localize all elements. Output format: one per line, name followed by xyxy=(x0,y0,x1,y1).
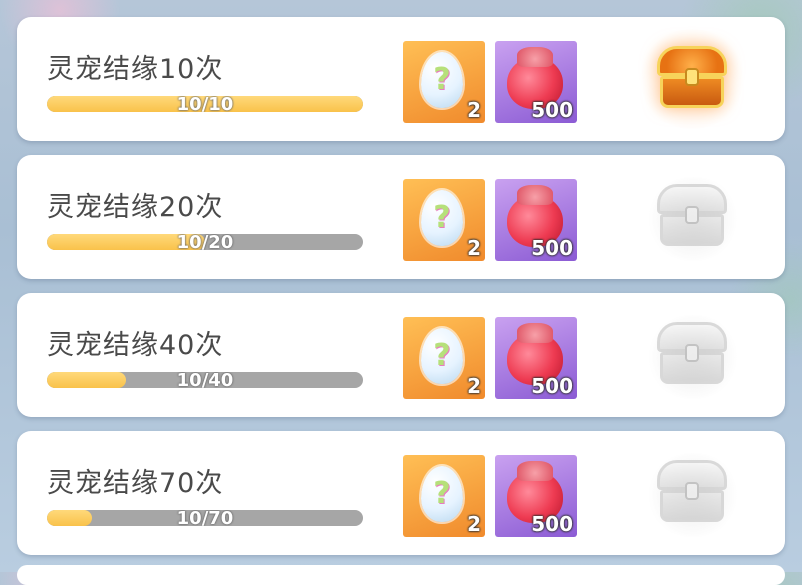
locked-chest-icon[interactable] xyxy=(657,460,727,522)
reward-red-pouch[interactable]: 500 xyxy=(495,455,577,537)
next-task-row-peek xyxy=(17,565,785,585)
reward-mystery-egg[interactable]: ? 2 xyxy=(403,455,485,537)
reward-quantity: 500 xyxy=(531,374,573,398)
red-pouch-tie xyxy=(517,323,553,343)
reward-red-pouch[interactable]: 500 xyxy=(495,317,577,399)
reward-quantity: 500 xyxy=(531,98,573,122)
progress-bar: 10/10 xyxy=(47,96,363,112)
reward-quantity: 500 xyxy=(531,236,573,260)
progress-text: 10/10 xyxy=(176,96,234,112)
task-title: 灵宠结缘70次 xyxy=(47,468,224,499)
task-title: 灵宠结缘10次 xyxy=(47,54,224,85)
reward-mystery-egg[interactable]: ? 2 xyxy=(403,179,485,261)
task-title: 灵宠结缘40次 xyxy=(47,330,224,361)
task-title: 灵宠结缘20次 xyxy=(47,192,224,223)
reward-mystery-egg[interactable]: ? 2 xyxy=(403,41,485,123)
progress-bar: 10/70 xyxy=(47,510,363,526)
locked-chest-icon[interactable] xyxy=(657,184,727,246)
mystery-egg-icon: ? xyxy=(421,52,463,108)
reward-quantity: 500 xyxy=(531,512,573,536)
golden-chest-icon[interactable] xyxy=(657,46,727,108)
progress-text: 10/70 xyxy=(176,510,234,526)
task-row: 灵宠结缘40次 10/40 ? 2 500 xyxy=(17,293,785,417)
chest-lock xyxy=(685,482,699,500)
progress-bar: 10/20 xyxy=(47,234,363,250)
reward-mystery-egg[interactable]: ? 2 xyxy=(403,317,485,399)
chest-lock xyxy=(685,206,699,224)
red-pouch-tie xyxy=(517,185,553,205)
mystery-egg-icon: ? xyxy=(421,190,463,246)
red-pouch-tie xyxy=(517,47,553,67)
reward-quantity: 2 xyxy=(467,374,481,398)
red-pouch-tie xyxy=(517,461,553,481)
reward-quantity: 2 xyxy=(467,512,481,536)
task-row: 灵宠结缘10次 10/10 ? 2 500 xyxy=(17,17,785,141)
reward-red-pouch[interactable]: 500 xyxy=(495,179,577,261)
progress-text: 10/20 xyxy=(176,234,234,250)
task-row: 灵宠结缘20次 10/20 ? 2 500 xyxy=(17,155,785,279)
chest-lock xyxy=(685,344,699,362)
reward-quantity: 2 xyxy=(467,236,481,260)
mystery-egg-icon: ? xyxy=(421,466,463,522)
reward-quantity: 2 xyxy=(467,98,481,122)
progress-bar: 10/40 xyxy=(47,372,363,388)
task-row: 灵宠结缘70次 10/70 ? 2 500 xyxy=(17,431,785,555)
mystery-egg-icon: ? xyxy=(421,328,463,384)
locked-chest-icon[interactable] xyxy=(657,322,727,384)
progress-text: 10/40 xyxy=(176,372,234,388)
chest-lock xyxy=(685,68,699,86)
reward-red-pouch[interactable]: 500 xyxy=(495,41,577,123)
